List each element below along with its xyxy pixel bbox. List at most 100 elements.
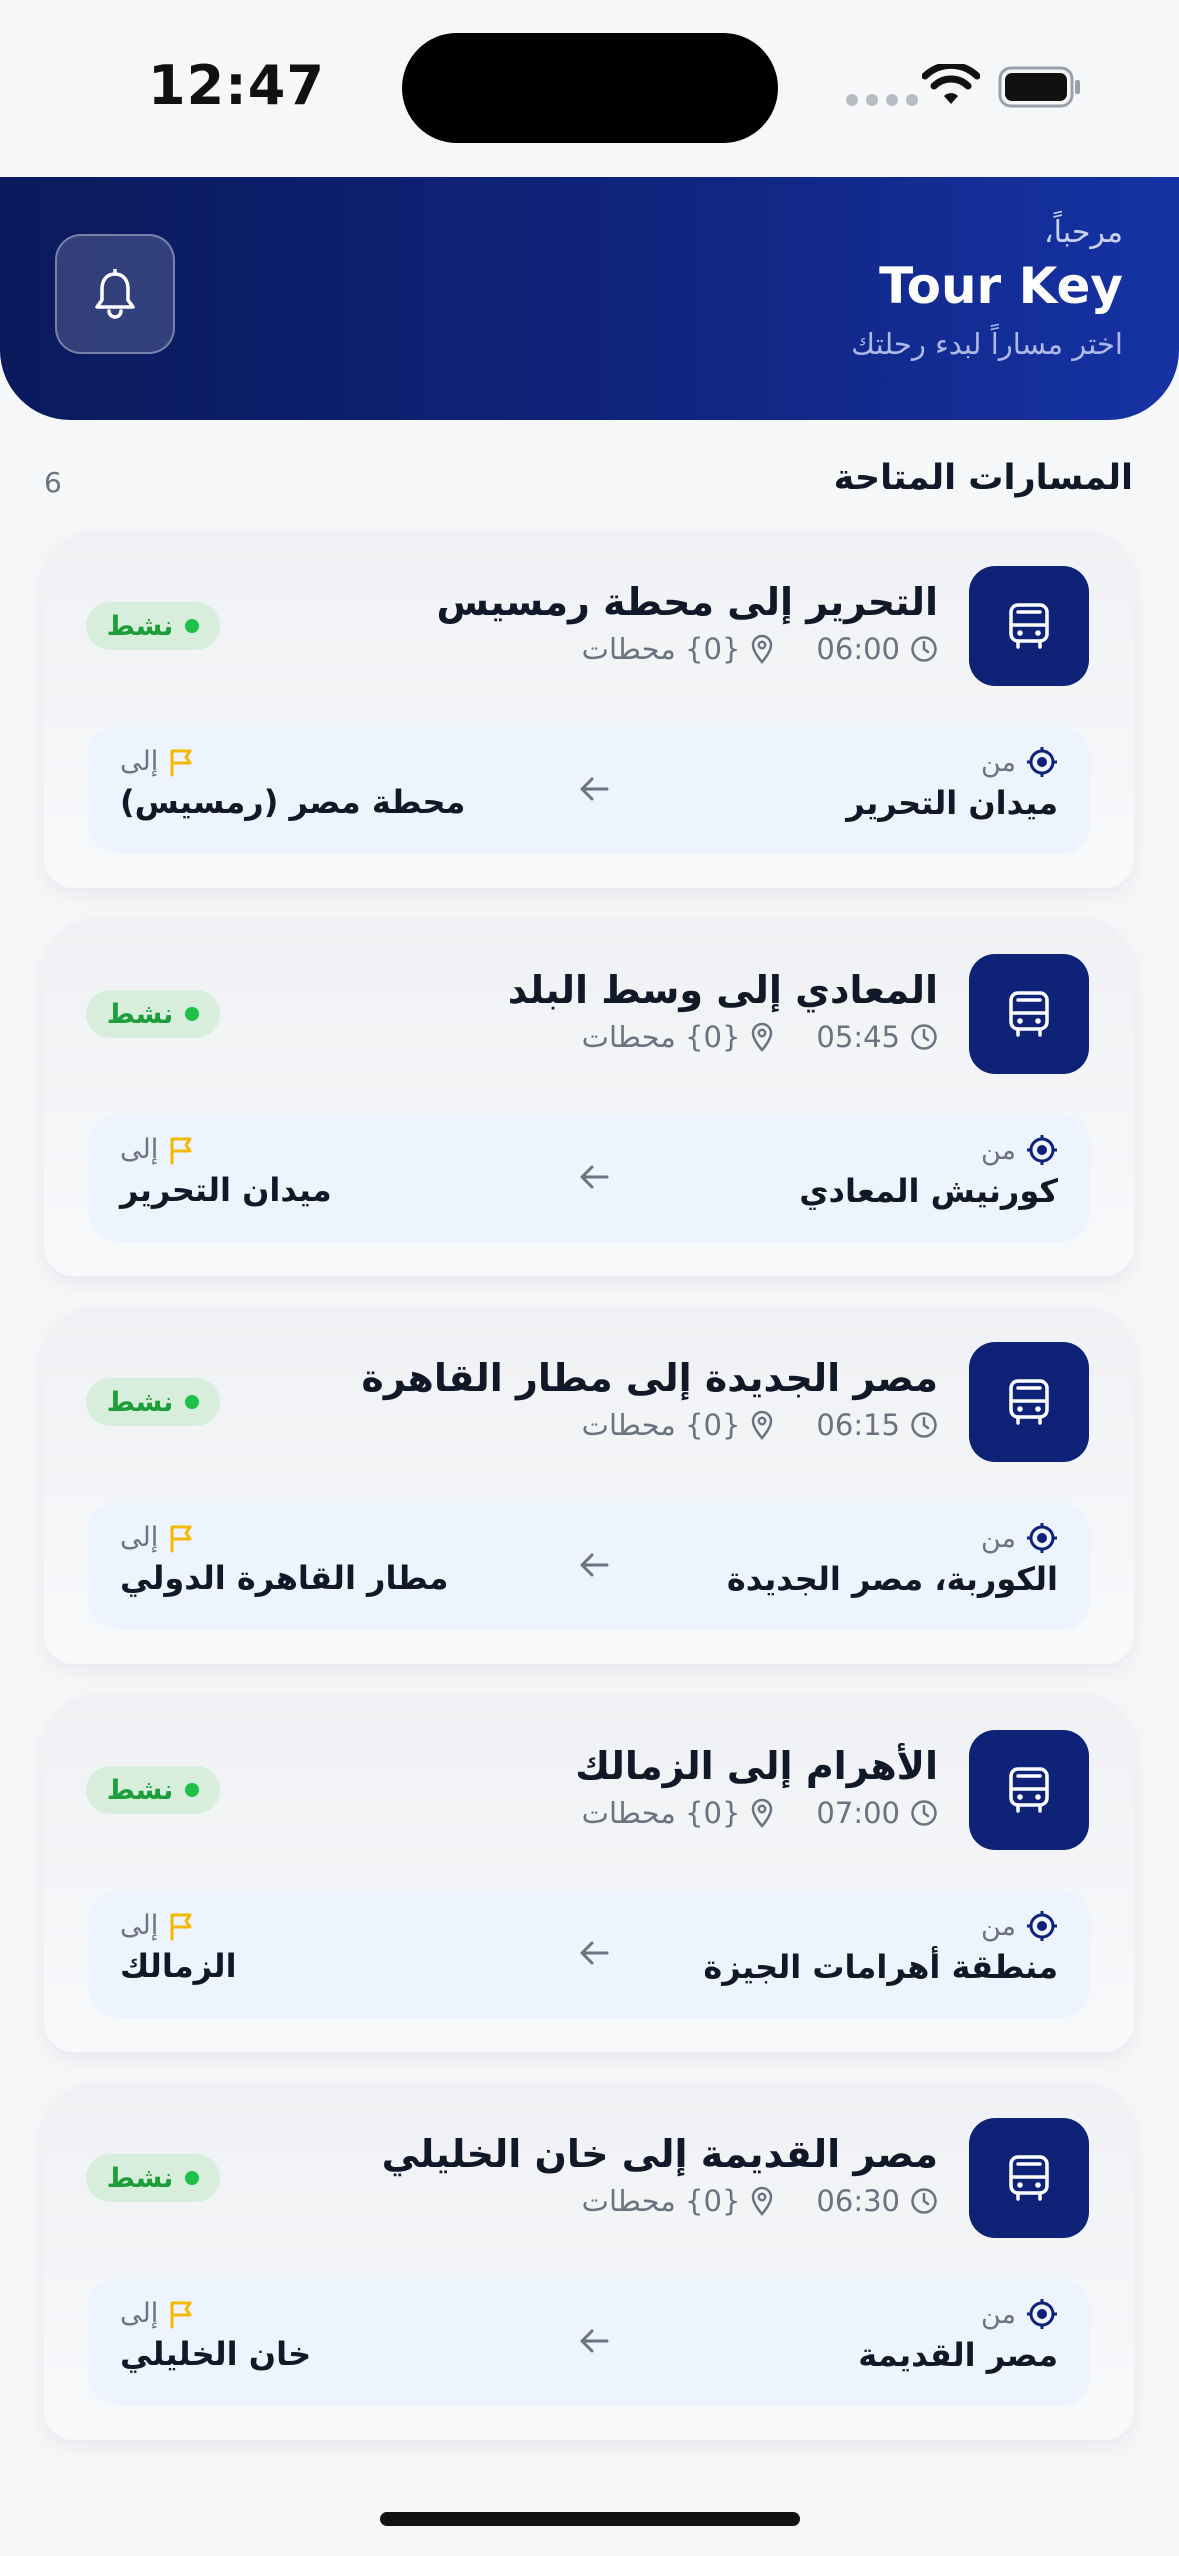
- greeting-text: مرحباً،: [1043, 215, 1123, 250]
- arrow-left-icon: [580, 1941, 609, 1965]
- arrow-left-icon: [580, 777, 609, 801]
- arrow-left-icon: [580, 1553, 609, 1577]
- bus-tile: [969, 2118, 1089, 2238]
- origin-label: من: [980, 1910, 1016, 1942]
- destination: إلى محطة مصر (رمسيس): [120, 746, 465, 821]
- origin-label: من: [980, 1522, 1016, 1554]
- origin-name: ميدان التحرير: [846, 784, 1058, 822]
- app-header: مرحباً، Tour Key اختر مساراً لبدء رحلتك: [0, 177, 1179, 420]
- route-card-3[interactable]: مصر الجديدة إلى مطار القاهرة 06:15 {0} م…: [44, 1306, 1134, 1664]
- destination-name: محطة مصر (رمسيس): [120, 783, 466, 821]
- clock-icon: [911, 2188, 937, 2214]
- map-pin-icon: [752, 2186, 773, 2216]
- section-title: المسارات المتاحة: [833, 458, 1133, 498]
- status-label: نشط: [106, 2162, 174, 2194]
- origin: من كورنيش المعادي: [799, 1134, 1058, 1211]
- flag-icon: [170, 2301, 192, 2328]
- route-title: الأهرام إلى الزمالك: [575, 1744, 938, 1788]
- status-badge: نشط: [86, 1378, 220, 1426]
- flag-icon: [170, 1525, 192, 1552]
- flag-icon: [170, 749, 192, 776]
- origin-name: منطقة أهرامات الجيزة: [703, 1948, 1058, 1986]
- clock-icon: [911, 1412, 937, 1438]
- bell-icon: [95, 269, 135, 319]
- bus-icon: [1009, 2155, 1049, 2201]
- target-icon: [1027, 1523, 1057, 1553]
- destination-name: ميدان التحرير: [120, 1171, 332, 1209]
- bus-icon: [1009, 1379, 1049, 1425]
- status-label: نشط: [106, 998, 174, 1030]
- status-dot: [185, 2171, 200, 2185]
- route-title: المعادي إلى وسط البلد: [507, 968, 938, 1012]
- map-pin-icon: [752, 634, 773, 664]
- origin-name: كورنيش المعادي: [799, 1172, 1058, 1210]
- clock-icon: [911, 1800, 937, 1826]
- route-meta: 06:30 {0} محطات: [582, 2184, 938, 2218]
- bus-tile: [969, 954, 1089, 1074]
- destination: إلى ميدان التحرير: [120, 1134, 332, 1209]
- origin-name: مصر القديمة: [858, 2336, 1058, 2374]
- status-label: نشط: [106, 1774, 174, 1806]
- status-badge: نشط: [86, 990, 220, 1038]
- origin: من الكوربة، مصر الجديدة: [726, 1522, 1058, 1599]
- destination-name: خان الخليلي: [120, 2335, 312, 2373]
- destination-label: إلى: [120, 2298, 159, 2329]
- route-time: 06:15: [816, 1408, 900, 1442]
- route-meta: 05:45 {0} محطات: [582, 1020, 938, 1054]
- route-endpoints: من كورنيش المعادي إلى ميدان التحرير: [88, 1114, 1090, 1242]
- route-title: التحرير إلى محطة رمسيس: [436, 580, 938, 624]
- route-meta: 07:00 {0} محطات: [582, 1796, 938, 1830]
- routes-count: 6: [44, 466, 62, 499]
- origin-name: الكوربة، مصر الجديدة: [726, 1560, 1058, 1598]
- target-icon: [1027, 747, 1057, 777]
- header-subtitle: اختر مساراً لبدء رحلتك: [851, 327, 1123, 361]
- destination-name: مطار القاهرة الدولي: [120, 1559, 449, 1597]
- destination-name: الزمالك: [120, 1947, 237, 1985]
- notifications-button[interactable]: [55, 234, 175, 354]
- route-meta: 06:15 {0} محطات: [582, 1408, 938, 1442]
- target-icon: [1027, 2299, 1057, 2329]
- battery-icon: [998, 66, 1080, 108]
- status-badge: نشط: [86, 1766, 220, 1814]
- route-stops: {0} محطات: [581, 1796, 741, 1830]
- map-pin-icon: [752, 1022, 773, 1052]
- clock-icon: [911, 636, 937, 662]
- cellular-icon: [846, 94, 918, 106]
- map-pin-icon: [752, 1798, 773, 1828]
- brand-title: Tour Key: [879, 257, 1123, 315]
- route-time: 06:00: [816, 632, 900, 666]
- flag-icon: [170, 1137, 192, 1164]
- route-time: 05:45: [816, 1020, 900, 1054]
- bus-icon: [1009, 603, 1049, 649]
- status-badge: نشط: [86, 602, 220, 650]
- destination: إلى خان الخليلي: [120, 2298, 311, 2373]
- status-dot: [185, 1395, 200, 1409]
- route-card-5[interactable]: مصر القديمة إلى خان الخليلي 06:30 {0} مح…: [44, 2082, 1134, 2440]
- route-endpoints: من منطقة أهرامات الجيزة إلى الزمالك: [88, 1890, 1090, 2018]
- status-label: نشط: [106, 610, 174, 642]
- route-title: مصر القديمة إلى خان الخليلي: [381, 2132, 938, 2176]
- arrow-left-icon: [580, 1165, 609, 1189]
- status-bar: 12:47: [0, 0, 1179, 175]
- status-badge: نشط: [86, 2154, 220, 2202]
- map-pin-icon: [752, 1410, 773, 1440]
- bus-icon: [1009, 991, 1049, 1037]
- clock-icon: [911, 1024, 937, 1050]
- bus-tile: [969, 1342, 1089, 1462]
- route-time: 07:00: [816, 1796, 900, 1830]
- dynamic-island: [402, 33, 778, 143]
- home-indicator: [380, 2512, 800, 2526]
- bus-tile: [969, 1730, 1089, 1850]
- route-meta: 06:00 {0} محطات: [582, 632, 938, 666]
- destination: إلى مطار القاهرة الدولي: [120, 1522, 448, 1597]
- status-label: نشط: [106, 1386, 174, 1418]
- route-card-2[interactable]: المعادي إلى وسط البلد 05:45 {0} محطات نش…: [44, 918, 1134, 1276]
- route-stops: {0} محطات: [581, 2184, 741, 2218]
- route-card-1[interactable]: التحرير إلى محطة رمسيس 06:00 {0} محطات ن…: [44, 530, 1134, 888]
- route-endpoints: من ميدان التحرير إلى محطة مصر (رمسيس): [88, 726, 1090, 854]
- origin-label: من: [980, 1134, 1016, 1166]
- destination-label: إلى: [120, 1910, 159, 1941]
- status-time: 12:47: [148, 54, 325, 117]
- route-card-4[interactable]: الأهرام إلى الزمالك 07:00 {0} محطات نشط: [44, 1694, 1134, 2052]
- route-stops: {0} محطات: [581, 1408, 741, 1442]
